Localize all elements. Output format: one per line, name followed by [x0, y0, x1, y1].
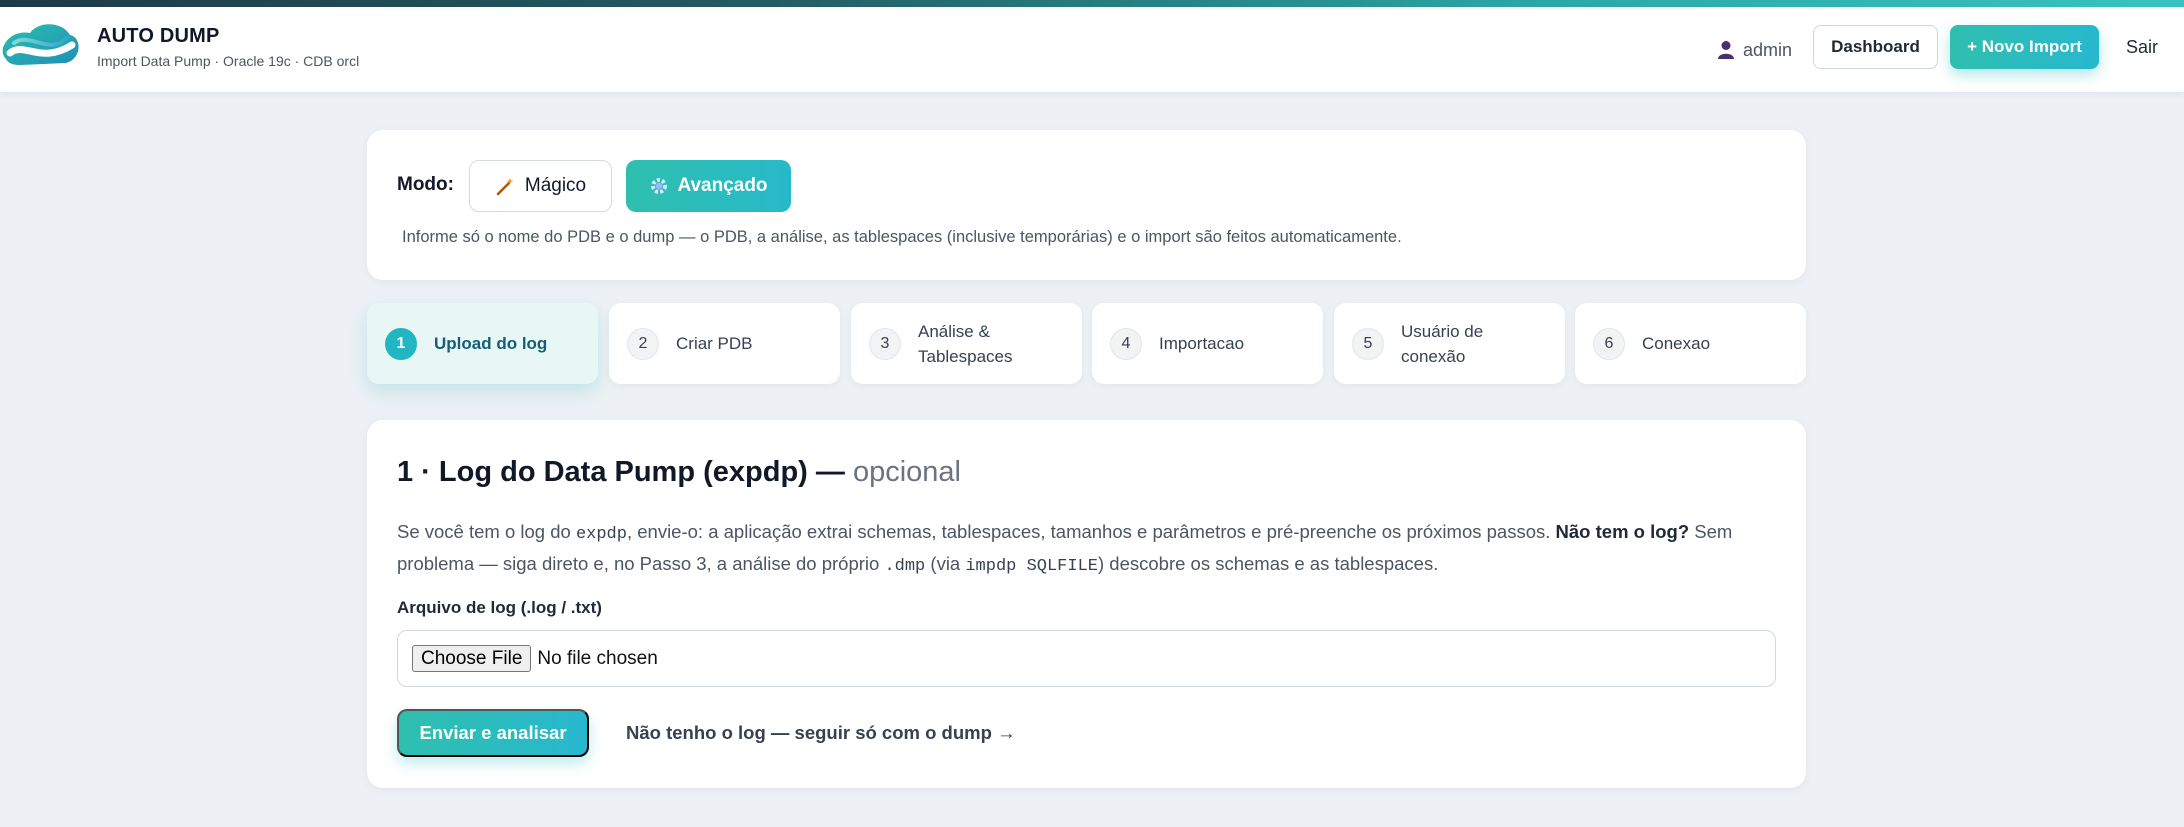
file-status: No file chosen [537, 647, 658, 669]
step-number: 6 [1593, 327, 1625, 360]
app-header: AUTO DUMP Import Data Pump · Oracle 19c … [0, 7, 2184, 93]
choose-file-button[interactable]: Choose File [412, 645, 532, 672]
mode-card: Modo: Mágico Avançado Informe só o nome … [367, 130, 1806, 280]
step-number: 4 [1110, 327, 1142, 360]
skip-log-link[interactable]: Não tenho o log — seguir só com o dump → [626, 722, 1016, 744]
desc-text: (via [925, 553, 966, 574]
user-menu[interactable]: admin [1717, 37, 1792, 63]
step-connection-user[interactable]: 5 Usuário de conexão [1334, 303, 1565, 384]
desc-text: , envie-o: a aplicação extrai schemas, t… [626, 521, 1556, 542]
step-label: Upload do log [434, 334, 548, 353]
step-number: 3 [869, 327, 901, 360]
step-upload-log[interactable]: 1 Upload do log [367, 303, 598, 384]
step-analysis-tablespaces[interactable]: 3 Análise & Tablespaces [851, 303, 1082, 384]
brand-title: AUTO DUMP [97, 25, 220, 47]
mode-label: Modo: [397, 174, 454, 195]
user-icon [1718, 41, 1734, 59]
submit-analyze-button[interactable]: Enviar e analisar [397, 709, 589, 757]
upload-log-card: 1 · Log do Data Pump (expdp) — opcional … [367, 420, 1806, 788]
gear-icon [651, 178, 668, 194]
section-title: 1 · Log do Data Pump (expdp) — opcional [397, 456, 961, 489]
brand-subtitle: Import Data Pump · Oracle 19c · CDB orcl [97, 53, 360, 69]
step-label: Criar PDB [676, 334, 753, 353]
section-title-text: 1 · Log do Data Pump (expdp) — [397, 456, 845, 488]
desc-bold: Não tem o log? [1555, 521, 1690, 542]
step-label: Usuário de conexão [1401, 321, 1484, 366]
desc-text: Se você tem o log do [397, 521, 576, 542]
step-number: 5 [1352, 327, 1384, 360]
step-import[interactable]: 4 Importacao [1092, 303, 1323, 384]
section-description: Se você tem o log do expdp, envie-o: a a… [397, 517, 1782, 581]
new-import-button[interactable]: + Novo Import [1950, 25, 2099, 69]
step-number: 2 [627, 327, 659, 360]
mode-advanced-label: Avançado [677, 175, 768, 196]
magic-wand-icon [496, 178, 514, 196]
dashboard-button[interactable]: Dashboard [1813, 25, 1938, 69]
mode-description: Informe só o nome do PDB e o dump — o PD… [402, 228, 1402, 246]
top-accent-strip [0, 0, 2184, 7]
mode-advanced-button[interactable]: Avançado [626, 160, 791, 212]
desc-code: .dmp [884, 557, 926, 576]
section-title-optional: opcional [852, 456, 961, 488]
step-connection[interactable]: 6 Conexao [1575, 303, 1806, 384]
file-field-label: Arquivo de log (.log / .txt) [397, 598, 602, 617]
desc-text: ) descobre os schemas e as tablespaces. [1097, 553, 1439, 574]
log-file-input[interactable]: Choose File No file chosen [397, 630, 1776, 687]
step-label: Importacao [1159, 334, 1245, 353]
desc-code: impdp SQLFILE [965, 557, 1098, 576]
step-label: Análise & Tablespaces [918, 321, 1013, 366]
step-number: 1 [385, 327, 417, 360]
mode-magic-button[interactable]: Mágico [469, 160, 612, 212]
desc-code: expdp [575, 525, 627, 544]
mode-magic-label: Mágico [524, 175, 587, 196]
logout-link[interactable]: Sair [2126, 37, 2158, 58]
user-name: admin [1743, 39, 1793, 60]
step-label: Conexao [1642, 334, 1711, 353]
cloud-logo-icon [2, 24, 79, 65]
step-create-pdb[interactable]: 2 Criar PDB [609, 303, 840, 384]
